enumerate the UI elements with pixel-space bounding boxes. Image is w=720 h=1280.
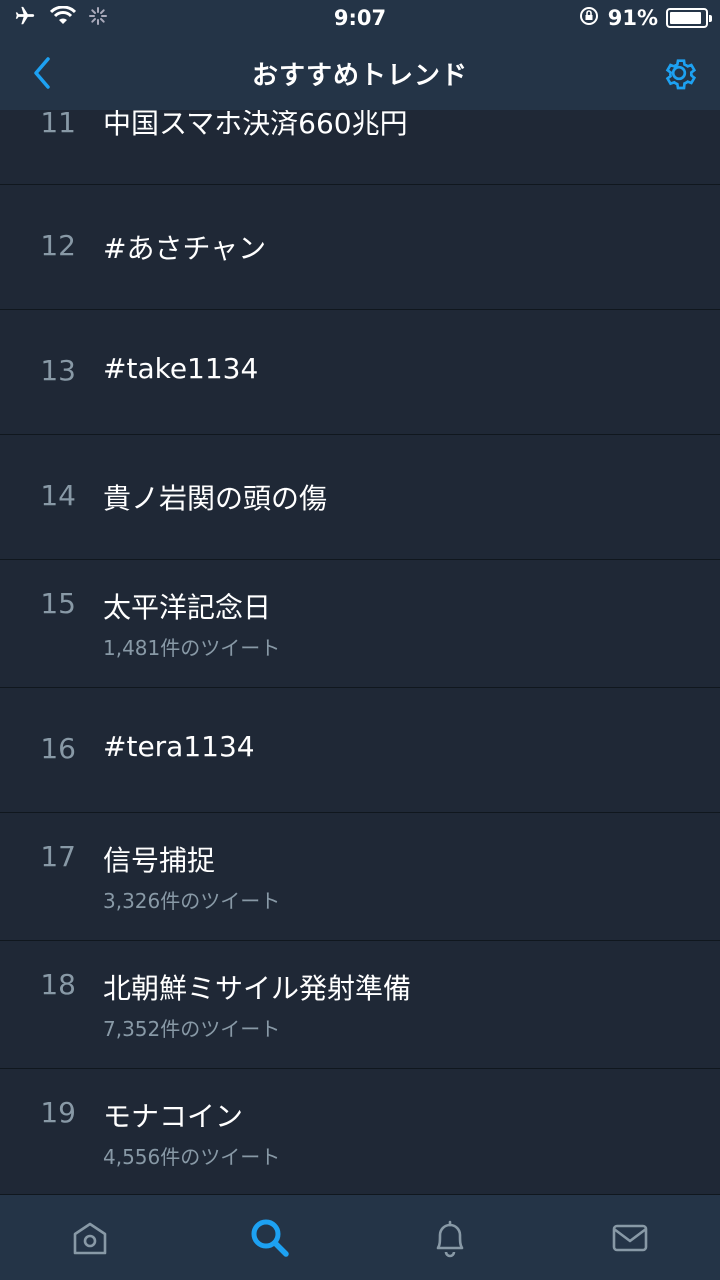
trend-rank: 12 <box>40 229 76 262</box>
battery-icon <box>666 8 712 28</box>
navigation-bar: おすすめトレンド <box>0 36 720 110</box>
trend-name: #tera1134 <box>103 730 255 763</box>
trend-rank: 11 <box>40 110 76 139</box>
wifi-icon <box>49 5 77 31</box>
battery-level <box>670 12 701 24</box>
trend-tweet-count: 1,481件のツイート <box>103 636 281 660</box>
battery-percent: 91% <box>607 6 658 30</box>
tab-home[interactable] <box>45 1195 135 1280</box>
trend-name: 信号捕捉 <box>103 844 216 877</box>
trend-row[interactable]: 13 #take1134 <box>0 310 720 435</box>
orientation-lock-icon <box>578 5 600 32</box>
trend-tweet-count: 7,352件のツイート <box>103 1017 281 1041</box>
settings-button[interactable] <box>658 52 700 94</box>
gear-icon <box>665 59 697 90</box>
trend-rank: 14 <box>40 479 76 512</box>
bell-icon <box>436 1220 464 1257</box>
trend-rank: 19 <box>40 1096 76 1129</box>
tab-notifications[interactable] <box>405 1195 495 1280</box>
page-title: おすすめトレンド <box>251 60 468 91</box>
mail-icon <box>612 1224 648 1251</box>
trend-name: #take1134 <box>103 352 259 385</box>
trend-tweet-count: 4,556件のツイート <box>103 1145 281 1169</box>
airplane-icon <box>12 5 38 32</box>
chevron-left-icon <box>34 57 50 89</box>
back-button[interactable] <box>24 54 60 92</box>
trend-row[interactable]: 12 #あさチャン <box>0 185 720 310</box>
trend-name: モナコイン <box>103 1100 244 1133</box>
trend-row[interactable]: 17 信号捕捉 3,326件のツイート <box>0 813 720 941</box>
tab-bar <box>0 1194 720 1280</box>
home-icon <box>73 1222 107 1254</box>
trends-list: 11 中国スマホ決済660兆円 12 #あさチャン 13 #take1134 14 貴ノ岩関の… <box>0 110 720 1194</box>
trend-rank: 18 <box>40 968 76 1001</box>
status-bar-left <box>12 5 212 32</box>
trend-rank: 16 <box>40 732 76 765</box>
status-bar: 9:07 91% <box>0 0 720 36</box>
trend-name: #あさチャン <box>103 232 267 265</box>
trend-row[interactable]: 16 #tera1134 <box>0 688 720 813</box>
trend-name: 中国スマホ決済660兆円 <box>103 110 408 140</box>
trend-rank: 15 <box>40 587 76 620</box>
tab-messages[interactable] <box>585 1195 675 1280</box>
trend-name: 太平洋記念日 <box>103 591 272 624</box>
trend-name: 北朝鮮ミサイル発射準備 <box>103 972 412 1005</box>
trend-row[interactable]: 15 太平洋記念日 1,481件のツイート <box>0 560 720 688</box>
activity-spinner-icon <box>88 6 108 31</box>
trend-name: 貴ノ岩関の頭の傷 <box>103 482 328 515</box>
trend-row[interactable]: 11 中国スマホ決済660兆円 <box>0 110 720 185</box>
status-bar-right: 91% <box>488 5 712 32</box>
trend-row[interactable]: 18 北朝鮮ミサイル発射準備 7,352件のツイート <box>0 941 720 1069</box>
trend-rank: 17 <box>40 840 76 873</box>
trend-rank: 13 <box>40 354 76 387</box>
trend-row[interactable]: 19 モナコイン 4,556件のツイート <box>0 1069 720 1194</box>
trend-tweet-count: 3,326件のツイート <box>103 889 281 913</box>
search-icon <box>251 1219 289 1257</box>
trend-row[interactable]: 14 貴ノ岩関の頭の傷 <box>0 435 720 560</box>
tab-search[interactable] <box>225 1195 315 1280</box>
